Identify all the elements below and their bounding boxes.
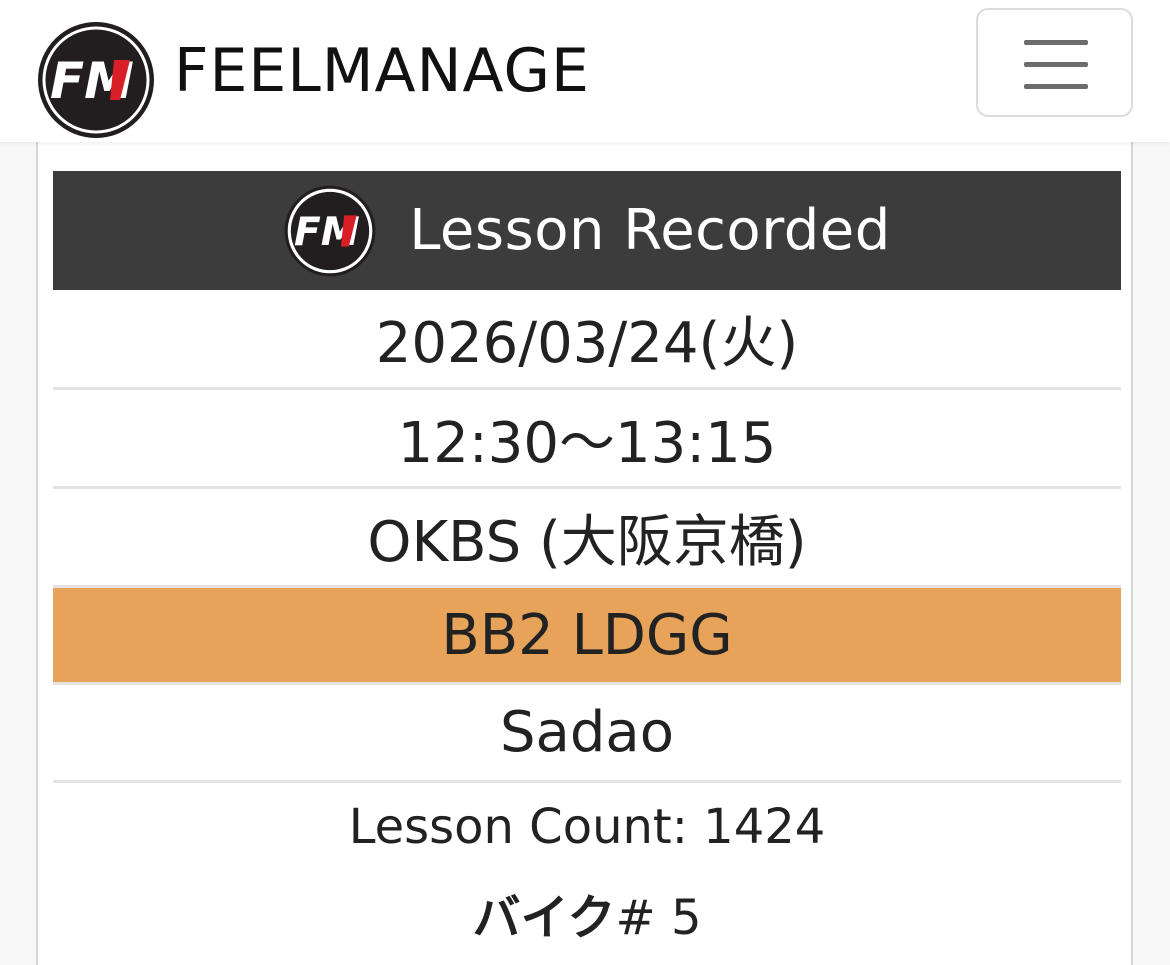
lesson-recorded-title: Lesson Recorded bbox=[409, 198, 891, 263]
top-navbar: FM FEELMANAGE bbox=[0, 0, 1170, 142]
lesson-count-row: Lesson Count: 1424 bbox=[53, 783, 1121, 871]
hamburger-menu-icon bbox=[1024, 40, 1088, 45]
lesson-header: FM Lesson Recorded bbox=[53, 171, 1121, 290]
menu-toggle-button[interactable] bbox=[976, 8, 1133, 117]
brand-name[interactable]: FEELMANAGE bbox=[174, 36, 590, 106]
lesson-count: Lesson Count: 1424 bbox=[348, 799, 826, 855]
bike-label: バイク bbox=[472, 890, 616, 946]
lesson-time: 12:30〜13:15 bbox=[397, 410, 777, 476]
lesson-date: 2026/03/24(火) bbox=[375, 311, 799, 376]
bike-row: バイク# 5 bbox=[53, 871, 1121, 955]
lesson-location-row: OKBS (大阪京橋) bbox=[53, 489, 1121, 585]
hamburger-menu-bar bbox=[1024, 84, 1088, 89]
lesson-instructor-row: Sadao bbox=[53, 685, 1121, 780]
lesson-date-row: 2026/03/24(火) bbox=[53, 290, 1121, 387]
bike-number: バイク# 5 bbox=[472, 878, 701, 948]
lesson-program: BB2 LDGG bbox=[441, 602, 733, 668]
lesson-time-row: 12:30〜13:15 bbox=[53, 390, 1121, 486]
lesson-location: OKBS (大阪京橋) bbox=[367, 509, 807, 575]
feelmanage-logo-icon[interactable]: FM bbox=[36, 20, 156, 140]
lesson-card: FM Lesson Recorded 2026/03/24(火) 12:30〜1… bbox=[36, 142, 1133, 965]
lesson-program-row: BB2 LDGG bbox=[53, 588, 1121, 682]
feelmanage-logo-icon: FM bbox=[284, 185, 376, 276]
hamburger-menu-bar bbox=[1024, 62, 1088, 67]
bike-number-value: # 5 bbox=[615, 890, 702, 946]
lesson-instructor: Sadao bbox=[500, 700, 674, 765]
